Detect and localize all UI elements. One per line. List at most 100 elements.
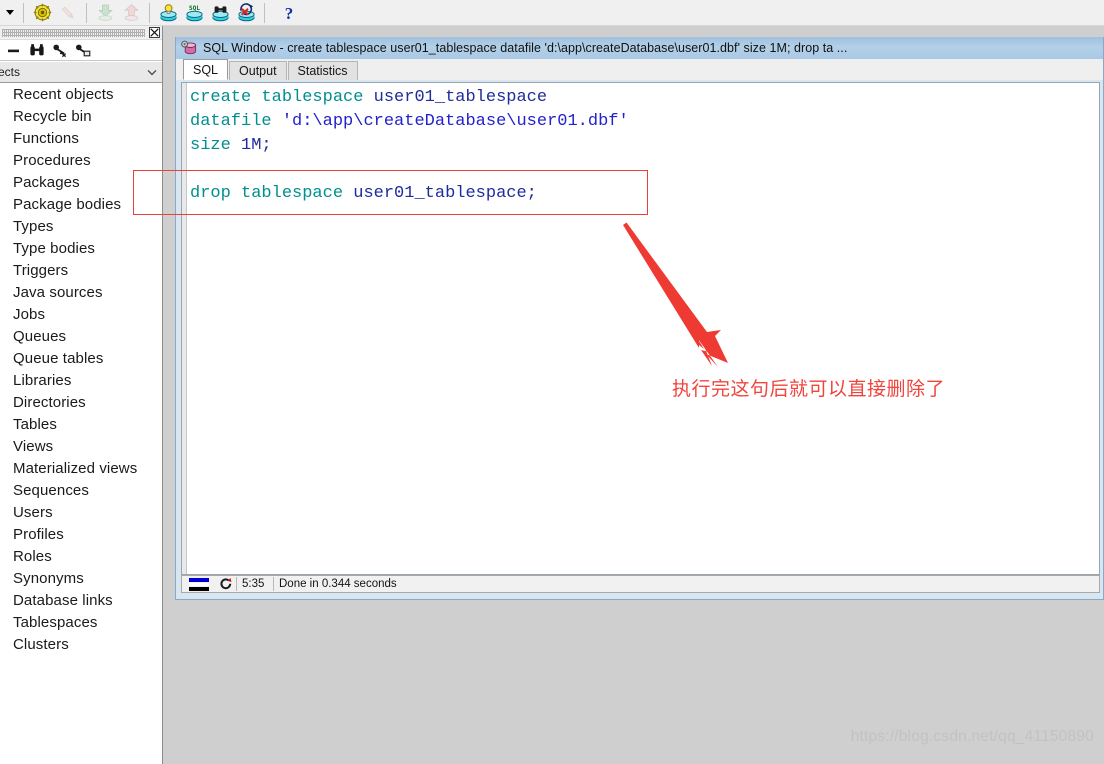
tab-output[interactable]: Output [229, 61, 287, 80]
toolbar-separator-4 [264, 2, 265, 23]
sidebar-item-sequences[interactable]: Sequences [0, 480, 162, 502]
folder-icon [0, 507, 8, 520]
export-upload-icon[interactable] [118, 1, 144, 25]
code-token: size [190, 136, 231, 155]
sidebar-item-label: Libraries [13, 372, 72, 389]
sidebar-item-users[interactable]: Users [0, 502, 162, 524]
code-token: tablespace [241, 184, 344, 203]
annotation-note: 执行完这句后就可以直接删除了 [672, 378, 946, 400]
up-arrow-disc-icon [123, 4, 139, 21]
code-line: drop tablespace user01_tablespace; [190, 182, 629, 206]
svg-text:?: ? [285, 4, 294, 22]
privileges-key-icon[interactable] [74, 42, 91, 59]
object-filter-value: ects [0, 65, 21, 79]
minus-icon [8, 49, 19, 52]
help-icon[interactable]: ? [276, 1, 302, 25]
sidebar-grip-bar[interactable] [0, 26, 162, 40]
elapsed-time: 5:35 [242, 578, 265, 590]
sidebar-item-label: Jobs [13, 306, 46, 323]
folder-icon [0, 265, 8, 278]
sidebar-item-types[interactable]: Types [0, 216, 162, 238]
close-window-glyph [148, 27, 160, 38]
sidebar-item-database-links[interactable]: Database links [0, 590, 162, 612]
sql-editor[interactable]: create tablespace user01_tablespace dataf… [181, 82, 1100, 575]
sidebar-item-package-bodies[interactable]: Package bodies [0, 194, 162, 216]
tab-sql[interactable]: SQL [183, 59, 229, 80]
sidebar-item-label: Clusters [13, 636, 69, 653]
sidebar-item-label: Directories [13, 394, 86, 411]
sidebar-item-recent-objects[interactable]: Recent objects [0, 84, 162, 106]
sidebar-item-jobs[interactable]: Jobs [0, 304, 162, 326]
db-bulb-icon [159, 3, 177, 21]
sidebar-item-synonyms[interactable]: Synonyms [0, 568, 162, 590]
sidebar-item-tablespaces[interactable]: Tablespaces [0, 612, 162, 634]
db-rollback-icon [237, 2, 255, 21]
toolbar-overflow-caret[interactable] [2, 1, 18, 25]
folder-icon [0, 353, 8, 366]
sidebar-item-label: Sequences [13, 482, 89, 499]
code-token: datafile [190, 112, 272, 131]
refresh-arrow-glyph [220, 578, 232, 590]
sidebar-item-queue-tables[interactable]: Queue tables [0, 348, 162, 370]
sidebar-item-materialized-views[interactable]: Materialized views [0, 458, 162, 480]
sidebar-item-directories[interactable]: Directories [0, 392, 162, 414]
sidebar-item-queues[interactable]: Queues [0, 326, 162, 348]
sidebar-item-label: Packages [13, 174, 80, 191]
close-icon[interactable] [148, 27, 160, 39]
chevron-down-icon[interactable] [146, 66, 158, 78]
sql-window-titlebar[interactable]: SQL Window - create tablespace user01_ta… [176, 37, 1103, 59]
sidebar-item-procedures[interactable]: Procedures [0, 150, 162, 172]
code-token: drop [190, 184, 231, 203]
sidebar-item-clusters[interactable]: Clusters [0, 634, 162, 656]
folder-icon [0, 375, 8, 388]
find-binoculars-icon[interactable] [28, 42, 45, 59]
filter-key-icon[interactable] [51, 42, 68, 59]
code-token: 1M; [241, 136, 272, 155]
drag-grip-icon[interactable] [2, 28, 145, 37]
key-wand-icon [52, 44, 66, 57]
sidebar-item-label: Functions [13, 130, 79, 147]
down-arrow-disc-icon [97, 4, 113, 21]
sql-window-tabs: SQL Output Statistics [176, 59, 1103, 80]
db-find-icon[interactable] [207, 1, 233, 25]
db-binoculars-icon [211, 5, 229, 21]
session-settings-icon[interactable] [29, 1, 55, 25]
refresh-rollback-icon[interactable] [218, 577, 234, 591]
database-cylinder-glyph [181, 40, 197, 55]
object-browser-sidebar: ects Recent objects Recycle bin Functions P… [0, 26, 163, 764]
tab-statistics[interactable]: Statistics [287, 61, 358, 80]
db-sql-window-icon[interactable]: SQL [181, 1, 207, 25]
sidebar-item-recycle-bin[interactable]: Recycle bin [0, 106, 162, 128]
import-download-icon[interactable] [92, 1, 118, 25]
folder-icon [0, 529, 8, 542]
db-explain-plan-icon[interactable] [155, 1, 181, 25]
collapse-all-icon[interactable] [5, 42, 22, 59]
code-token: user01_tablespace; [353, 184, 537, 203]
code-line: datafile 'd:\app\createDatabase\user01.d… [190, 110, 629, 134]
pencil-edit-icon[interactable] [55, 1, 81, 25]
sidebar-item-profiles[interactable]: Profiles [0, 524, 162, 546]
sidebar-item-triggers[interactable]: Triggers [0, 260, 162, 282]
sidebar-item-views[interactable]: Views [0, 436, 162, 458]
object-tree: Recent objects Recycle bin Functions Proced… [0, 83, 162, 656]
folder-icon [0, 199, 8, 212]
sidebar-item-packages[interactable]: Packages [0, 172, 162, 194]
db-rollback-icon[interactable] [233, 1, 259, 25]
sidebar-item-type-bodies[interactable]: Type bodies [0, 238, 162, 260]
sidebar-item-java-sources[interactable]: Java sources [0, 282, 162, 304]
sidebar-item-tables[interactable]: Tables [0, 414, 162, 436]
object-filter-dropdown[interactable]: ects [0, 61, 162, 83]
sql-code-text[interactable]: create tablespace user01_tablespace dataf… [190, 86, 629, 206]
watermark: https://blog.csdn.net/qq_41150890 [850, 728, 1094, 745]
folder-icon [0, 177, 8, 190]
sidebar-item-roles[interactable]: Roles [0, 546, 162, 568]
sidebar-item-label: Users [13, 504, 53, 521]
sidebar-item-functions[interactable]: Functions [0, 128, 162, 150]
sidebar-item-libraries[interactable]: Libraries [0, 370, 162, 392]
folder-icon [0, 617, 8, 630]
